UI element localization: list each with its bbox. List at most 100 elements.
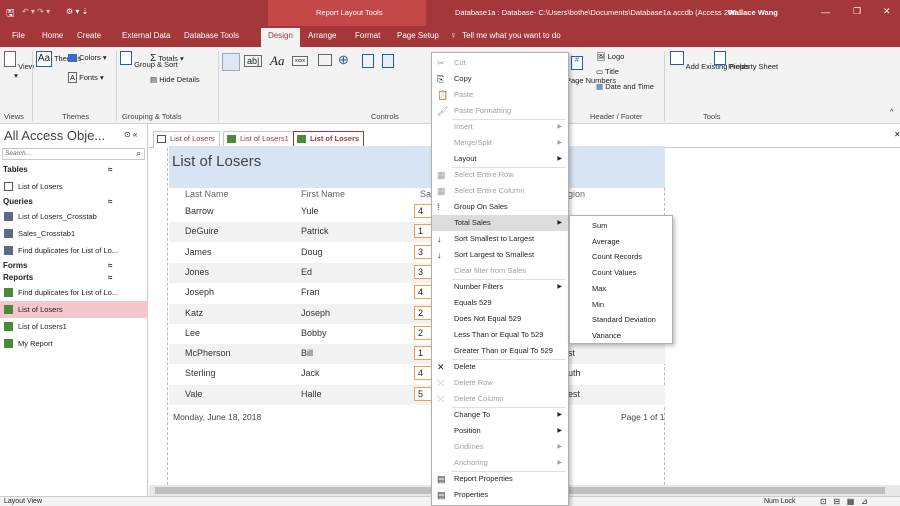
cell-sales[interactable]: 3 bbox=[414, 244, 432, 259]
close-doc-icon[interactable]: ✕ bbox=[894, 130, 900, 139]
submenu-item-sum[interactable]: Sum bbox=[570, 218, 672, 234]
menu-item-insert[interactable]: Insert ▶ bbox=[432, 119, 568, 135]
menu-item-less-than-or-equal-to-529[interactable]: Less Than or Equal To 529 bbox=[432, 327, 568, 343]
minimize-button[interactable]: — bbox=[821, 7, 830, 17]
tab-file[interactable]: File bbox=[12, 31, 25, 40]
cell-first-name[interactable]: Doug bbox=[301, 247, 323, 257]
cell-sales[interactable]: 3 bbox=[414, 264, 432, 279]
menu-item-greater-than-or-equal-to-529[interactable]: Greater Than or Equal To 529 bbox=[432, 343, 568, 359]
nav-item-report-find-duplicates[interactable]: Find duplicates for List of Lo... bbox=[0, 284, 148, 301]
submenu-item-min[interactable]: Min bbox=[570, 297, 672, 313]
user-name[interactable]: Wallace Wang bbox=[728, 8, 778, 17]
nav-item-report-my-report[interactable]: My Report bbox=[0, 335, 148, 352]
view-button[interactable]: View ▾ bbox=[4, 51, 34, 80]
cell-sales[interactable]: 5 bbox=[414, 386, 432, 401]
tab-format[interactable]: Format bbox=[355, 31, 380, 40]
nav-item-report-list-of-losers1[interactable]: List of Losers1 bbox=[0, 318, 148, 335]
menu-item-paste-formatting[interactable]: 🖌 Paste Formatting bbox=[432, 103, 568, 119]
collapse-ribbon-icon[interactable]: ^ bbox=[890, 109, 893, 116]
report-title[interactable]: List of Losers bbox=[172, 153, 261, 170]
hyperlink-control-icon[interactable]: ⊕ bbox=[338, 52, 349, 68]
nav-section-tables[interactable]: Tables ≈ bbox=[0, 161, 148, 178]
tab-external-data[interactable]: External Data bbox=[122, 31, 170, 40]
nav-item-report-list-of-losers[interactable]: List of Losers bbox=[0, 301, 148, 318]
textbox-control-icon[interactable]: ab| bbox=[244, 55, 263, 67]
cell-first-name[interactable]: Fran bbox=[301, 287, 320, 297]
column-header-first-name[interactable]: First Name bbox=[301, 189, 345, 199]
save-icon[interactable]: 🖫 bbox=[6, 6, 15, 23]
nav-item-query-crosstab[interactable]: List of Losers_Crosstab bbox=[0, 208, 148, 225]
menu-item-select-entire-row[interactable]: ▦ Select Entire Row bbox=[432, 167, 568, 183]
cell-last-name[interactable]: Jones bbox=[185, 267, 209, 277]
date-time-button[interactable]: ▦ Date and Time bbox=[596, 82, 654, 91]
page-numbers-button[interactable]: # bbox=[566, 55, 588, 72]
menu-item-equals-529[interactable]: Equals 529 bbox=[432, 295, 568, 311]
tell-me-box[interactable]: Tell me what you want to do bbox=[462, 31, 561, 40]
cell-sales[interactable]: 4 bbox=[414, 285, 432, 300]
tab-database-tools[interactable]: Database Tools bbox=[184, 31, 239, 40]
cell-last-name[interactable]: DeGuire bbox=[185, 226, 219, 236]
menu-item-sort-smallest-to-largest[interactable]: ↓ Sort Smallest to Largest bbox=[432, 231, 568, 247]
nav-menu-icon[interactable]: ⊙ « bbox=[124, 130, 137, 139]
cell-sales[interactable]: 1 bbox=[414, 224, 432, 239]
cell-first-name[interactable]: Bill bbox=[301, 348, 313, 358]
add-existing-fields-button[interactable]: Add Existing Fields bbox=[670, 51, 749, 71]
menu-item-sort-largest-to-smallest[interactable]: ↓ Sort Largest to Smallest bbox=[432, 247, 568, 263]
close-button[interactable]: ✕ bbox=[883, 6, 891, 17]
cell-sales[interactable]: 2 bbox=[414, 325, 432, 340]
cell-last-name[interactable]: Lee bbox=[185, 328, 200, 338]
undo-icon[interactable]: ↶ ▾ ↷ ▾ bbox=[22, 7, 50, 16]
menu-item-paste[interactable]: 📋 Paste bbox=[432, 87, 568, 103]
menu-item-delete-row[interactable]: ⤫ Delete Row bbox=[432, 375, 568, 391]
cell-region[interactable]: uth bbox=[568, 368, 581, 378]
navigation-control-icon[interactable] bbox=[382, 54, 394, 68]
cell-first-name[interactable]: Bobby bbox=[301, 328, 327, 338]
column-header-region[interactable]: gion bbox=[568, 189, 585, 199]
hide-details-button[interactable]: ▤ Hide Details bbox=[150, 75, 200, 84]
controls-gallery[interactable]: ab| Aa xxxx ⊕ bbox=[222, 51, 427, 91]
cell-sales[interactable]: 4 bbox=[414, 204, 432, 218]
cell-first-name[interactable]: Ed bbox=[301, 267, 312, 277]
restore-button[interactable]: ❐ bbox=[853, 6, 861, 17]
submenu-item-count-values[interactable]: Count Values bbox=[570, 265, 672, 281]
select-pointer-icon[interactable] bbox=[222, 53, 240, 71]
tab-control-icon[interactable] bbox=[318, 54, 332, 66]
themes-button[interactable]: Aa Themes bbox=[36, 51, 81, 69]
menu-item-group-on-sales[interactable]: ⁞ Group On Sales bbox=[432, 199, 568, 215]
cell-sales[interactable]: 1 bbox=[414, 346, 432, 361]
fonts-button[interactable]: A Fonts ▾ bbox=[68, 72, 104, 83]
cell-region[interactable]: st bbox=[568, 348, 575, 358]
cell-first-name[interactable]: Jack bbox=[301, 368, 320, 378]
totals-button[interactable]: Σ Totals ▾ bbox=[150, 53, 184, 65]
quick-access-icon[interactable]: ⚙ ▾ ⇣ bbox=[66, 7, 88, 16]
menu-item-position[interactable]: Position ▶ bbox=[432, 423, 568, 439]
submenu-item-variance[interactable]: Variance bbox=[570, 328, 672, 344]
menu-item-select-entire-column[interactable]: ▦ Select Entire Column bbox=[432, 183, 568, 199]
cell-sales[interactable]: 2 bbox=[414, 305, 432, 320]
nav-item-table-list-of-losers[interactable]: List of Losers bbox=[0, 178, 148, 195]
tab-page-setup[interactable]: Page Setup bbox=[397, 31, 439, 40]
menu-item-properties[interactable]: ▤ Properties bbox=[432, 487, 568, 503]
submenu-item-standard-deviation[interactable]: Standard Deviation bbox=[570, 312, 672, 328]
view-buttons-icon[interactable]: ⊡ ⊟ ▦ ⊿ bbox=[820, 497, 868, 506]
menu-item-gridlines[interactable]: Gridlines ▶ bbox=[432, 439, 568, 455]
cell-last-name[interactable]: Sterling bbox=[185, 368, 216, 378]
menu-item-number-filters[interactable]: Number Filters ▶ bbox=[432, 279, 568, 295]
cell-last-name[interactable]: Katz bbox=[185, 308, 203, 318]
tab-arrange[interactable]: Arrange bbox=[308, 31, 336, 40]
cell-sales[interactable]: 4 bbox=[414, 366, 432, 381]
column-header-last-name[interactable]: Last Name bbox=[185, 189, 229, 199]
nav-title[interactable]: All Access Obje... bbox=[4, 128, 105, 143]
cell-first-name[interactable]: Joseph bbox=[301, 308, 330, 318]
menu-item-copy[interactable]: ⎘ Copy bbox=[432, 71, 568, 87]
nav-item-query-sales-crosstab[interactable]: Sales_Crosstab1 bbox=[0, 225, 148, 242]
logo-button[interactable]: 🖼 Logo bbox=[596, 52, 624, 61]
group-sort-button[interactable]: Group & Sort bbox=[120, 51, 178, 69]
cell-first-name[interactable]: Patrick bbox=[301, 226, 329, 236]
cell-region[interactable]: est bbox=[568, 389, 580, 399]
tab-design[interactable]: Design bbox=[261, 28, 300, 47]
cell-last-name[interactable]: Vale bbox=[185, 389, 202, 399]
label-control-icon[interactable]: Aa bbox=[270, 53, 284, 69]
menu-item-anchoring[interactable]: Anchoring ▶ bbox=[432, 455, 568, 471]
web-browser-icon[interactable] bbox=[362, 54, 374, 68]
